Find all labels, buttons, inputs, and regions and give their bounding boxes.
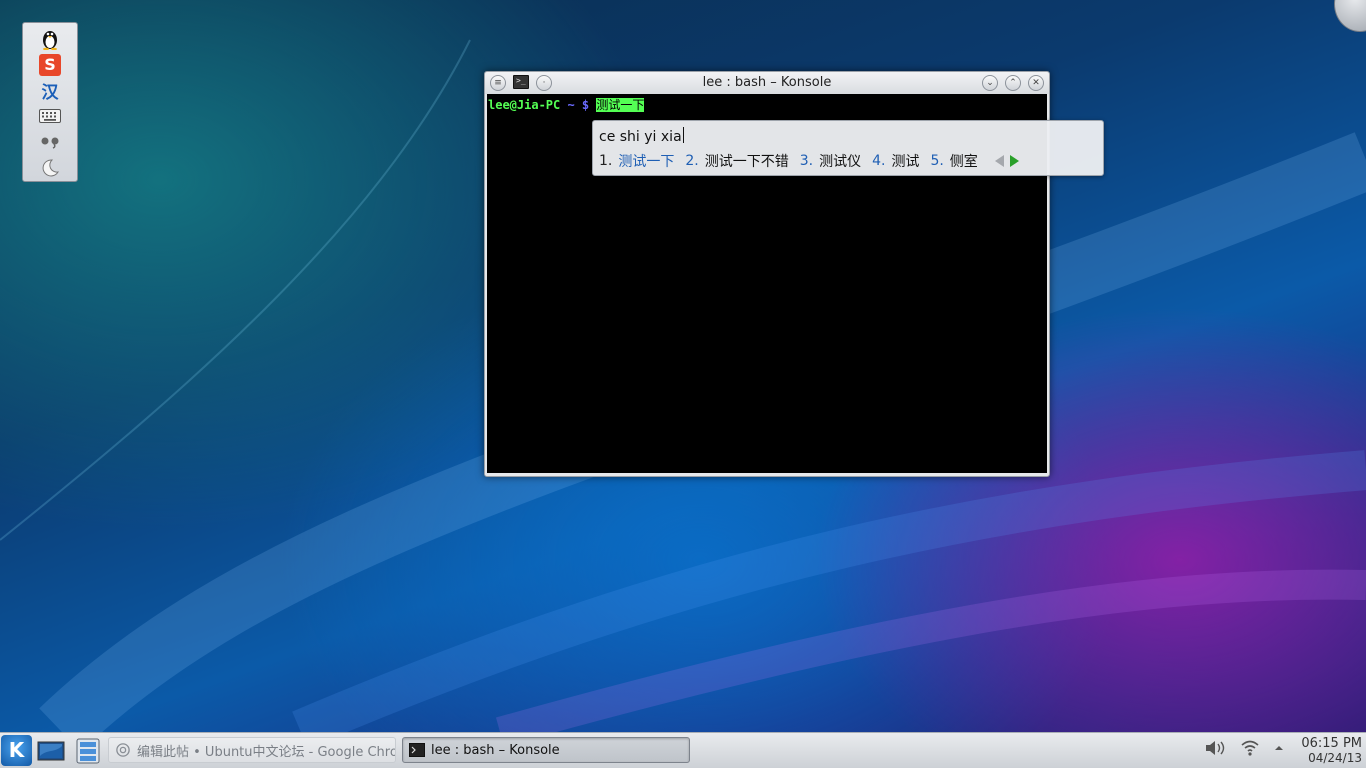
terminal-icon [409,743,425,757]
file-manager-icon[interactable] [74,737,102,765]
window-title: lee : bash – Konsole [702,75,832,90]
penguin-icon[interactable] [37,26,63,52]
clock-time: 06:15 PM [1301,736,1362,751]
prompt-input-text: 测试一下 [596,98,645,112]
candidate-5[interactable]: 5. 侧室 [930,151,977,171]
desktop-cashew[interactable] [1334,0,1366,32]
clock-date: 04/24/13 [1308,751,1362,765]
candidate-1[interactable]: 1. 测试一下 [599,151,674,171]
keyboard-icon[interactable] [37,103,63,129]
clock[interactable]: 06:15 PM 04/24/13 [1301,736,1362,766]
chrome-icon [116,743,130,757]
candidate-3[interactable]: 3. 测试仪 [800,151,861,171]
candidate-2[interactable]: 2. 测试一下不错 [685,151,788,171]
sogou-logo-icon[interactable]: S [37,52,63,78]
candidate-4[interactable]: 4. 测试 [872,151,919,171]
wifi-icon[interactable] [1240,739,1260,757]
maximize-icon[interactable]: ⌃ [1005,75,1021,91]
preedit-text: ce shi yi xia [599,129,682,145]
taskbar-panel: K 编辑此帖 • Ubuntu中文论坛 - Google Chro lee : … [0,732,1366,768]
system-tray [1204,739,1284,757]
ime-candidate-popup: ce shi yi xia 1. 测试一下 2. 测试一下不错 3. 测试仪 4… [592,120,1104,176]
candidate-list: 1. 测试一下 2. 测试一下不错 3. 测试仪 4. 测试 5. 侧室 [599,151,1019,171]
tray-expand-icon[interactable] [1274,743,1284,753]
show-desktop-icon[interactable] [37,737,65,765]
halfwidth-moon-icon[interactable] [37,155,63,181]
input-method-toolbar: S 汉 [22,22,78,182]
volume-icon[interactable] [1204,739,1226,757]
prompt-user-host: lee@Jia-PC [488,98,561,112]
chinese-mode-icon[interactable]: 汉 [37,78,63,104]
prompt-path: ~ $ [567,98,590,112]
minimize-icon[interactable]: ⌄ [982,75,998,91]
kde-menu-button[interactable]: K [1,735,32,766]
punctuation-icon[interactable] [37,129,63,155]
next-page-icon[interactable] [1009,155,1019,167]
previous-page-icon[interactable] [994,155,1004,167]
task-chrome[interactable]: 编辑此帖 • Ubuntu中文论坛 - Google Chro [108,737,396,763]
window-titlebar[interactable]: ≡ >_ · lee : bash – Konsole ⌄ ⌃ ✕ [485,72,1049,94]
close-icon[interactable]: ✕ [1028,75,1044,91]
task-konsole[interactable]: lee : bash – Konsole [402,737,690,763]
